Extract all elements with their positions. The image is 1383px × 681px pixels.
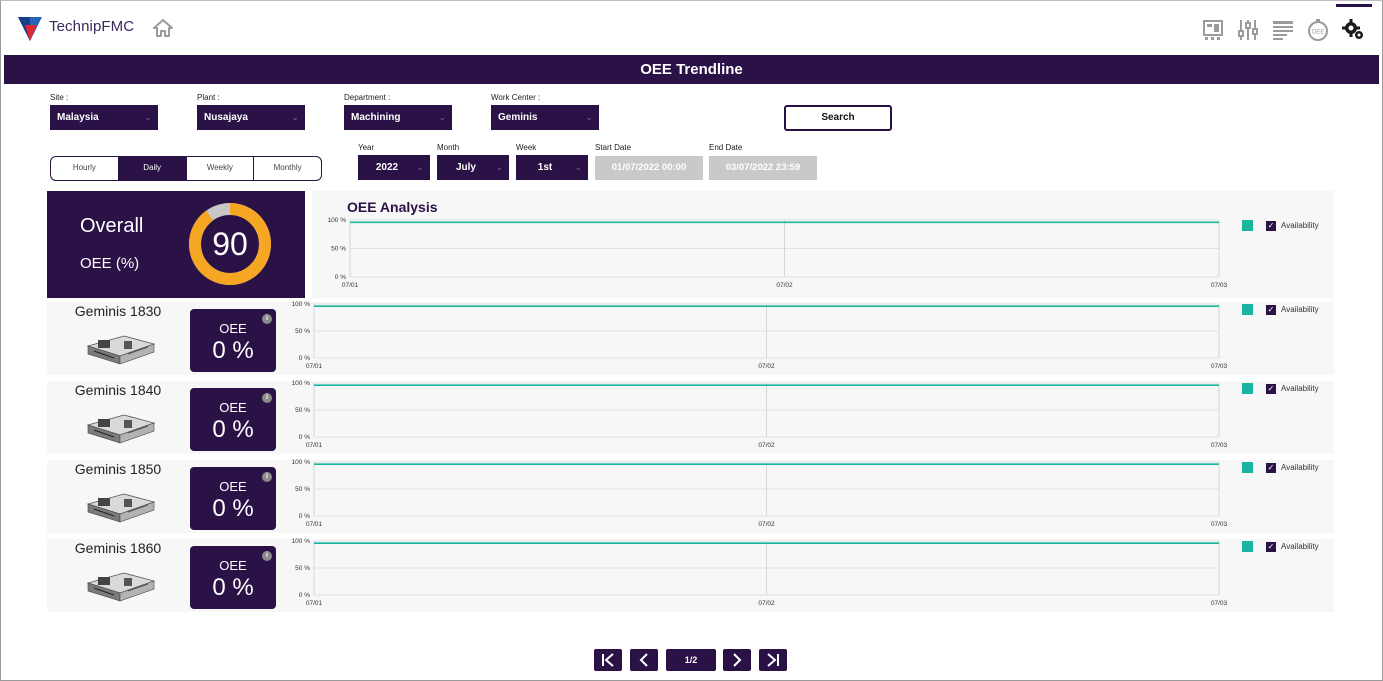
y-tick-label: 100 %	[292, 538, 311, 545]
next-page-icon	[733, 653, 742, 667]
first-page-button[interactable]	[594, 649, 622, 671]
next-page-button[interactable]	[723, 649, 751, 671]
last-page-button[interactable]	[759, 649, 787, 671]
x-tick-label: 07/02	[758, 600, 775, 607]
y-tick-label: 50 %	[295, 565, 310, 572]
first-page-icon	[602, 653, 614, 667]
previous-page-button[interactable]	[630, 649, 658, 671]
x-tick-label: 07/01	[306, 600, 323, 607]
availability-line-chart: 100 % 50 % 0 %07/01 07/02 07/03	[292, 538, 1228, 607]
y-tick-label: 0 %	[299, 592, 310, 599]
page-indicator: 1/2	[666, 649, 716, 671]
x-tick-label: 07/03	[1211, 600, 1228, 607]
last-page-icon	[767, 653, 779, 667]
previous-page-icon	[639, 653, 648, 667]
